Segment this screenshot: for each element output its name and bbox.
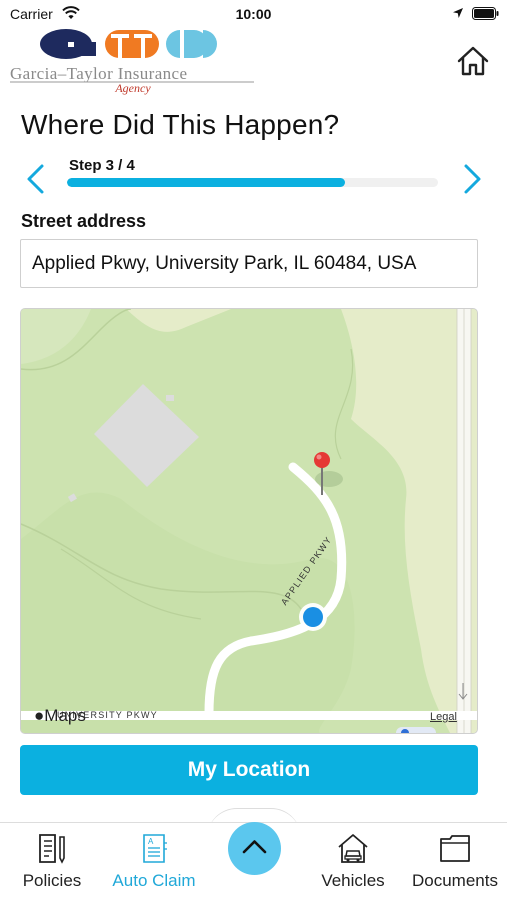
tab-vehicles-label: Vehicles	[321, 871, 385, 890]
previous-step-button[interactable]	[24, 163, 46, 195]
battery-icon	[472, 7, 499, 20]
policies-icon	[39, 834, 65, 864]
page-title: Where Did This Happen?	[21, 109, 340, 140]
company-logo: Garcia–Taylor Insurance Agency	[8, 28, 258, 96]
legal-link[interactable]: Legal	[430, 711, 457, 723]
tab-auto-claim[interactable]: A Auto Claim	[104, 823, 204, 900]
status-bar: Carrier 10:00	[0, 0, 507, 28]
street-address-label: Street address	[21, 211, 147, 231]
home-button[interactable]	[456, 44, 490, 78]
chevron-left-icon	[27, 164, 44, 194]
tab-vehicles[interactable]: Vehicles	[313, 823, 393, 900]
svg-text:A: A	[148, 837, 154, 846]
step-indicator: Step 3 / 4	[69, 157, 135, 174]
maps-brand-label: Maps	[44, 706, 86, 725]
street-address-input[interactable]	[20, 239, 478, 288]
tab-documents[interactable]: Documents	[405, 823, 505, 900]
next-step-button[interactable]	[462, 163, 484, 195]
tab-documents-label: Documents	[412, 871, 498, 890]
tab-policies-label: Policies	[22, 871, 82, 890]
tab-auto-claim-label: Auto Claim	[112, 871, 196, 890]
location-arrow-icon	[453, 8, 463, 18]
chevron-up-icon	[242, 840, 267, 854]
chevron-right-icon	[464, 164, 481, 194]
tab-policies[interactable]: Policies	[12, 823, 92, 900]
logo-subtext: Agency	[114, 81, 151, 95]
current-location-icon	[299, 603, 327, 631]
expand-menu-button[interactable]	[228, 822, 281, 875]
my-location-button[interactable]: My Location	[20, 745, 478, 795]
step-progress-bar	[67, 178, 438, 187]
auto-claim-icon: A	[143, 834, 167, 863]
status-time: 10:00	[235, 6, 272, 22]
map-view[interactable]: APPLIED PKWY UNIVERSITY PKWY ●Maps Legal	[20, 308, 478, 734]
apple-logo-icon: ●	[34, 706, 45, 725]
maps-brand: ●Maps	[34, 706, 86, 726]
step-progress-fill	[67, 178, 346, 187]
vehicles-icon	[338, 834, 368, 863]
home-icon	[457, 46, 489, 76]
logo-text: Garcia–Taylor Insurance	[10, 64, 187, 83]
documents-icon	[440, 835, 470, 862]
